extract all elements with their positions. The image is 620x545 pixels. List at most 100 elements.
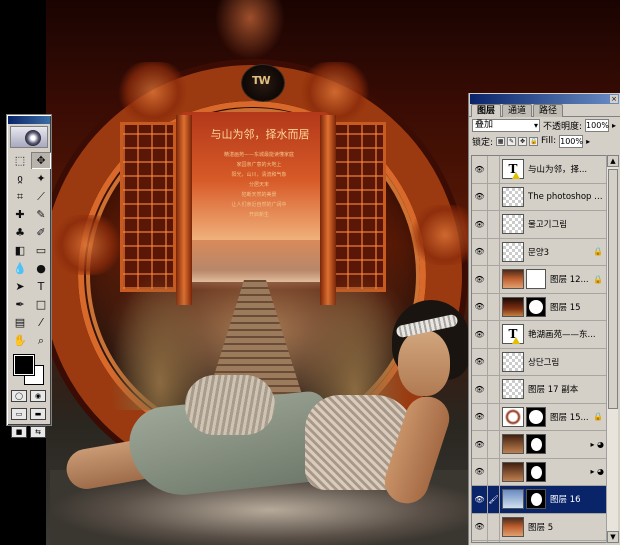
layer-row[interactable]: 👁 🖌 图层 16 (472, 485, 606, 514)
scrollbar-thumb[interactable] (608, 169, 618, 409)
opacity-input[interactable]: 100% (585, 118, 610, 132)
visibility-eye-icon[interactable]: 👁 (472, 183, 488, 211)
layer-link-icon[interactable] (488, 210, 500, 238)
layer-row[interactable]: 👁 图层 17 副本 (472, 375, 606, 404)
layer-mask-thumbnail[interactable] (526, 406, 546, 427)
layer-link-icon[interactable] (488, 403, 500, 431)
tab-channels[interactable]: 通道 (502, 104, 533, 117)
layer-link-icon[interactable] (488, 320, 500, 348)
layer-thumbnail[interactable] (502, 461, 524, 482)
visibility-eye-icon[interactable]: 👁 (472, 348, 488, 376)
tab-layers[interactable]: 图层 (471, 104, 502, 117)
layer-link-icon[interactable] (488, 293, 500, 321)
layer-thumbnail[interactable] (502, 351, 524, 372)
visibility-eye-icon[interactable]: 👁 (472, 458, 488, 486)
layer-link-icon[interactable] (488, 348, 500, 376)
layer-row[interactable]: 👁 ▸ ◕ (472, 458, 606, 486)
layer-row[interactable]: 👁 图层 12... 🔒 (472, 265, 606, 294)
layer-link-icon[interactable] (488, 540, 500, 542)
layer-mask-thumbnail[interactable] (526, 461, 546, 482)
fill-input[interactable]: 100% (559, 134, 584, 148)
layer-thumbnail[interactable] (502, 406, 524, 427)
lock-all-icon[interactable]: 🔒 (529, 136, 539, 146)
layer-row[interactable]: 👁 물고기그림 (472, 210, 606, 239)
visibility-eye-icon[interactable]: 👁 (472, 403, 488, 431)
layer-thumbnail[interactable] (502, 434, 524, 455)
layer-thumbnail[interactable] (502, 269, 524, 290)
full-screen-icon[interactable]: ▬ (30, 408, 46, 420)
zoom-tool-icon[interactable]: ⌕ (31, 332, 51, 349)
gradient-tool-icon[interactable]: ▭ (31, 242, 51, 259)
scroll-down-icon[interactable]: ▼ (607, 531, 619, 543)
layers-panel-titlebar[interactable]: × (470, 94, 619, 104)
slice-tool-icon[interactable]: ⟋ (31, 188, 51, 205)
layer-row[interactable]: 👁图层 14 (472, 540, 606, 542)
layer-thumbnail[interactable] (502, 241, 524, 262)
visibility-eye-icon[interactable]: 👁 (472, 210, 488, 238)
layer-thumbnail[interactable] (502, 214, 524, 235)
tools-palette-titlebar[interactable] (8, 116, 50, 124)
history-brush-tool-icon[interactable]: ✐ (31, 224, 51, 241)
jump-to-imageready-icon[interactable]: ⇆ (30, 426, 46, 438)
quick-mask-mode-icon[interactable]: ◉ (30, 390, 46, 402)
layer-row[interactable]: 👁 문양3 🔒 (472, 238, 606, 266)
eraser-tool-icon[interactable]: ◧ (10, 242, 30, 259)
layer-effects-icon[interactable]: ▸ ◕ (590, 467, 604, 476)
visibility-eye-icon[interactable]: 👁 (472, 540, 488, 542)
layer-link-icon[interactable]: 🖌 (488, 485, 500, 513)
standard-screen-icon[interactable]: ▭ (11, 408, 27, 420)
layer-thumbnail[interactable] (502, 186, 524, 207)
marquee-tool-icon[interactable]: ⬚ (10, 152, 30, 169)
scroll-up-icon[interactable]: ▲ (607, 155, 619, 167)
healing-brush-tool-icon[interactable]: ✚ (10, 206, 30, 223)
brush-tool-icon[interactable]: ✎ (31, 206, 51, 223)
full-screen-black-icon[interactable]: ■ (11, 426, 27, 438)
visibility-eye-icon[interactable]: 👁 (472, 238, 488, 266)
layer-row[interactable]: 👁 图层 5 (472, 513, 606, 541)
visibility-eye-icon[interactable]: 👁 (472, 513, 488, 541)
opacity-arrow-icon[interactable]: ▸ (612, 121, 616, 130)
layer-mask-thumbnail[interactable] (526, 269, 546, 290)
photoshop-eye-icon[interactable] (10, 126, 48, 148)
clone-stamp-tool-icon[interactable]: ♣ (10, 224, 30, 241)
fill-arrow-icon[interactable]: ▸ (586, 137, 590, 146)
layer-row[interactable]: 👁 图层 15 (472, 293, 606, 321)
close-icon[interactable]: × (610, 95, 618, 103)
layer-link-icon[interactable] (488, 513, 500, 541)
pen-tool-icon[interactable]: ✒ (10, 296, 30, 313)
layer-link-icon[interactable] (488, 183, 500, 211)
layer-link-icon[interactable] (488, 430, 500, 458)
lock-position-icon[interactable]: ✥ (518, 136, 528, 146)
layer-mask-thumbnail[interactable] (526, 489, 546, 510)
blur-tool-icon[interactable]: 💧 (10, 260, 30, 277)
layer-link-icon[interactable] (488, 238, 500, 266)
visibility-eye-icon[interactable]: 👁 (472, 265, 488, 293)
visibility-eye-icon[interactable]: 👁 (472, 485, 488, 513)
visibility-eye-icon[interactable]: 👁 (472, 156, 488, 183)
visibility-eye-icon[interactable]: 👁 (472, 320, 488, 348)
type-tool-icon[interactable]: T (31, 278, 51, 295)
lock-transparent-icon[interactable]: ▦ (496, 136, 506, 146)
visibility-eye-icon[interactable]: 👁 (472, 430, 488, 458)
layer-row[interactable]: 👁 ▸ ◕ (472, 430, 606, 459)
layer-row[interactable]: 👁 The photoshop sour... (472, 183, 606, 211)
blend-mode-select[interactable]: 叠加 (472, 118, 540, 132)
hand-tool-icon[interactable]: ✋ (10, 332, 30, 349)
layer-row[interactable]: 👁 T 与山为邻，择... (472, 156, 606, 184)
crop-tool-icon[interactable]: ⌗ (10, 188, 30, 205)
magic-wand-tool-icon[interactable]: ✦ (31, 170, 51, 187)
standard-mode-icon[interactable]: ◯ (11, 390, 27, 402)
layer-thumbnail[interactable] (502, 516, 524, 537)
path-selection-tool-icon[interactable]: ➤ (10, 278, 30, 295)
layer-link-icon[interactable] (488, 458, 500, 486)
layer-thumbnail[interactable] (502, 379, 524, 400)
visibility-eye-icon[interactable]: 👁 (472, 293, 488, 321)
layer-list-scrollbar[interactable]: ▲ ▼ (606, 155, 619, 543)
layer-effects-icon[interactable]: ▸ ◕ (590, 440, 604, 449)
notes-tool-icon[interactable]: ▤ (10, 314, 30, 331)
lasso-tool-icon[interactable]: ჲ (10, 170, 30, 187)
foreground-color-swatch[interactable] (13, 354, 35, 376)
eyedropper-tool-icon[interactable]: ⁄ (31, 314, 51, 331)
layer-link-icon[interactable] (488, 375, 500, 403)
visibility-eye-icon[interactable]: 👁 (472, 375, 488, 403)
